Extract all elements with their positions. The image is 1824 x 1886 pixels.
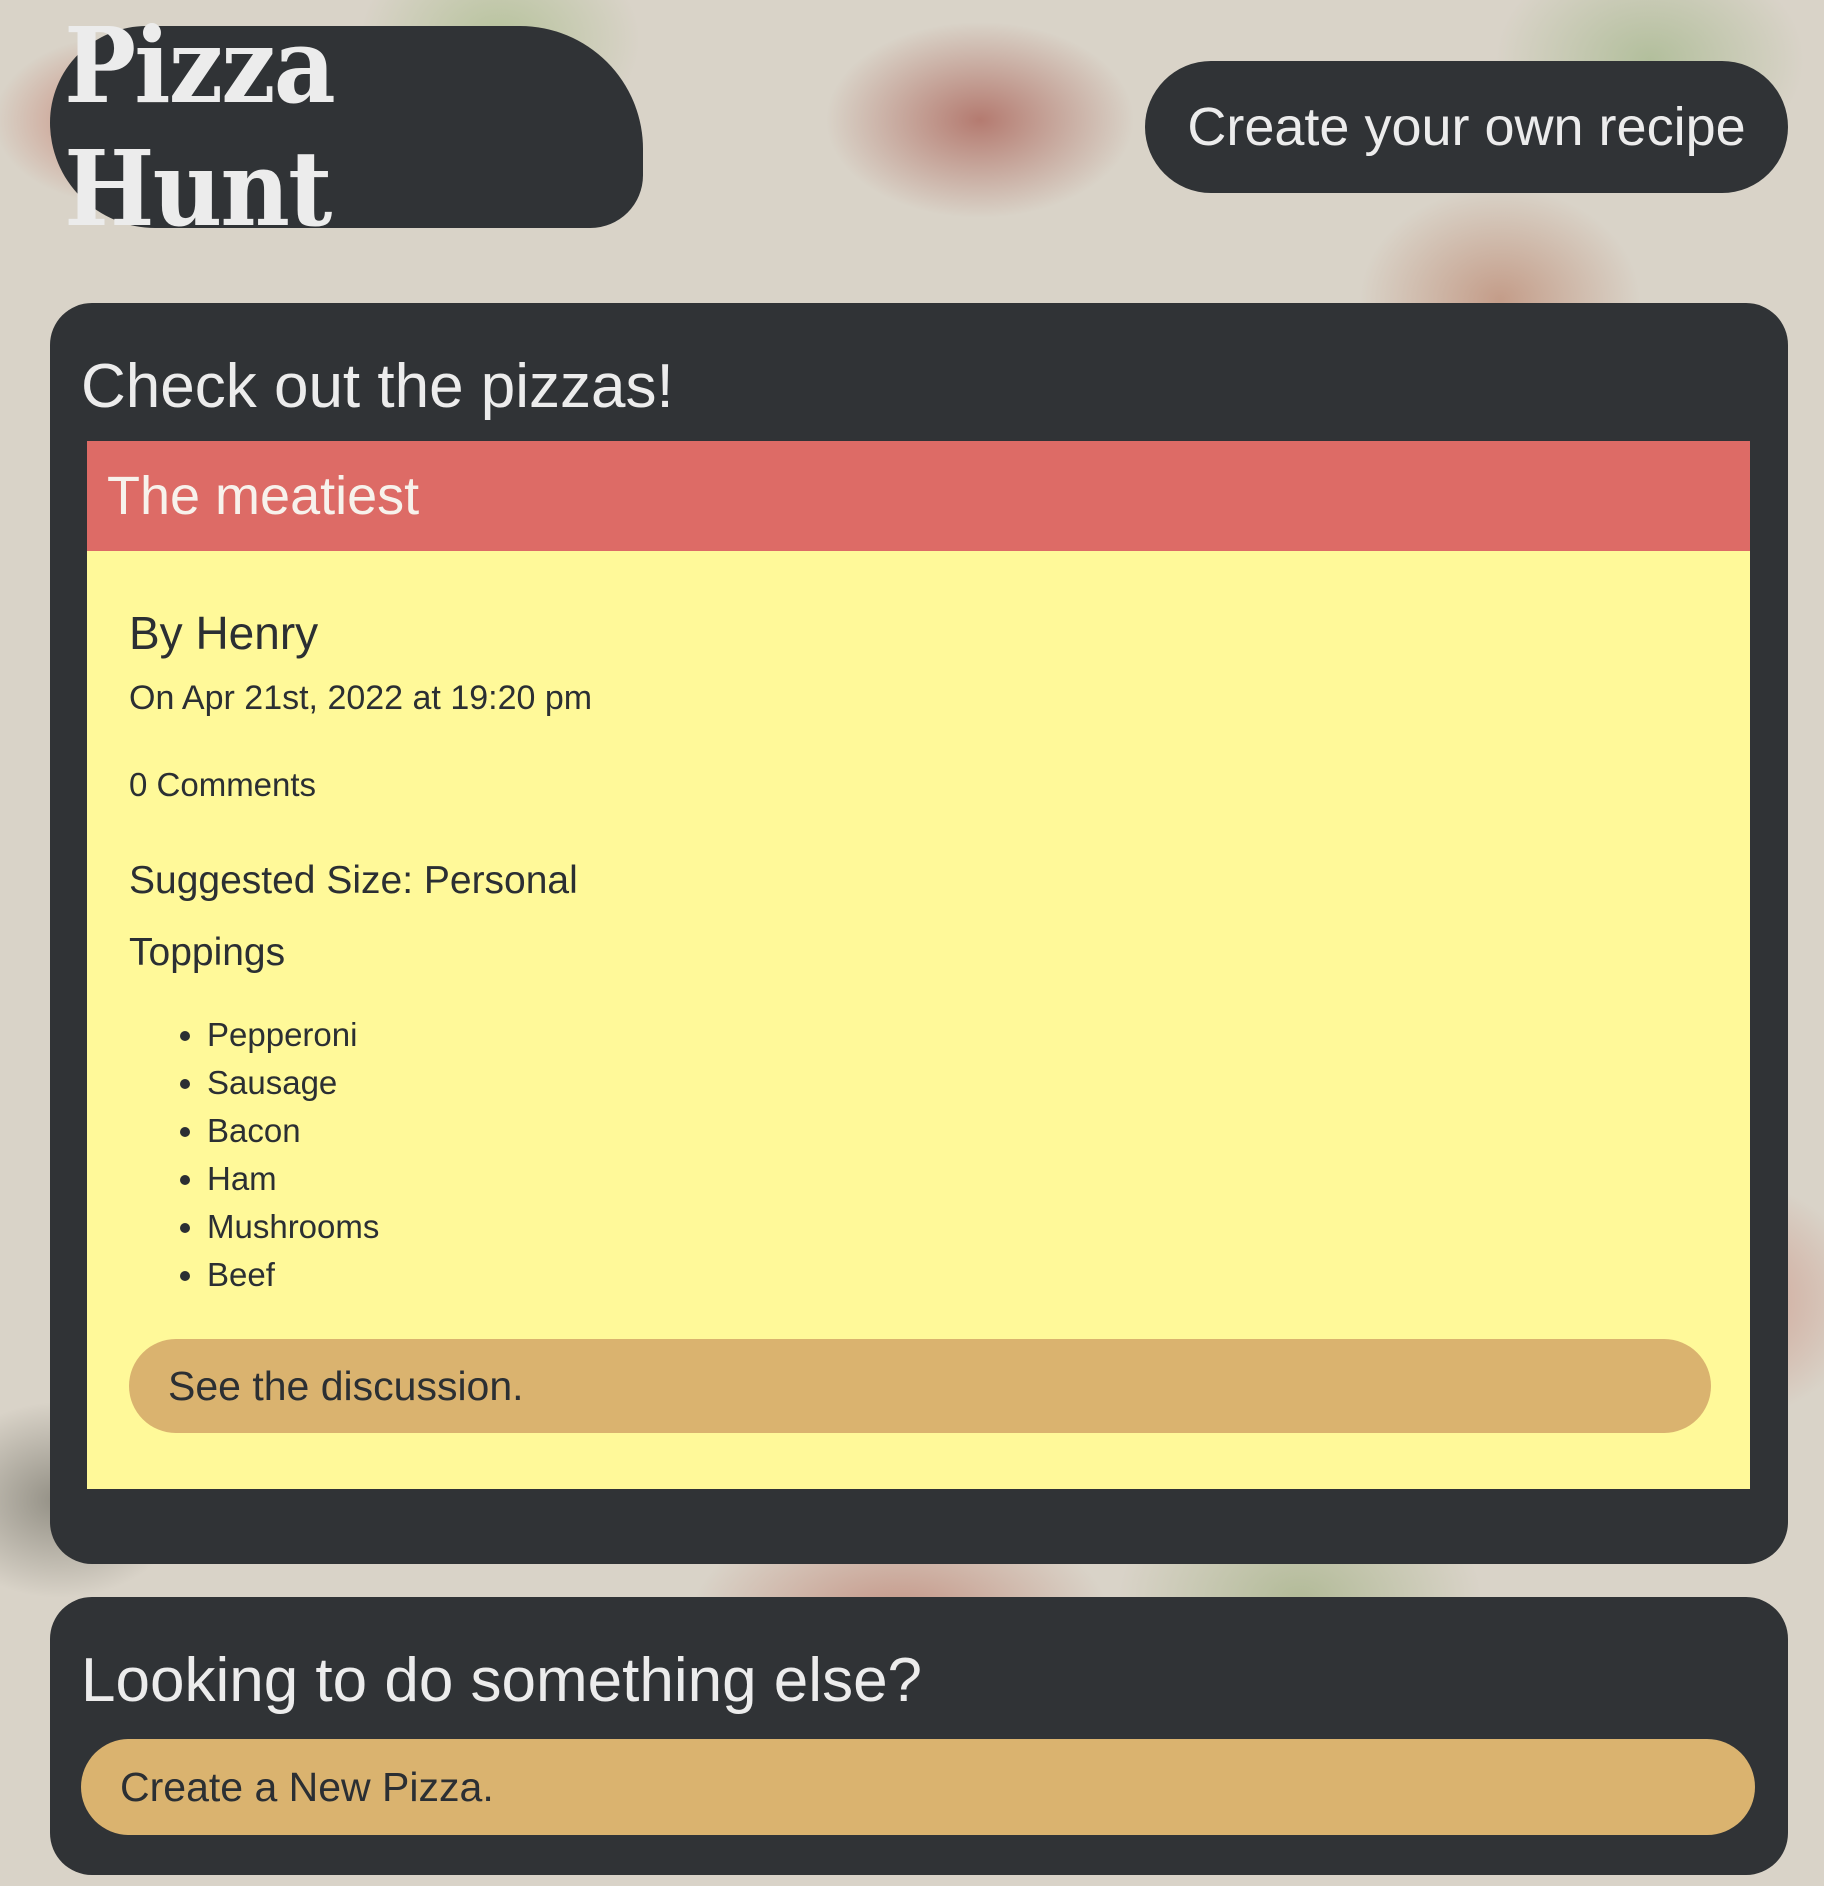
- logo-text: Pizza Hunt: [64, 4, 336, 250]
- topping-item: Pepperoni: [207, 1011, 379, 1059]
- topping-item: Ham: [207, 1155, 379, 1203]
- pizza-date: On Apr 21st, 2022 at 19:20 pm: [129, 679, 593, 717]
- logo[interactable]: Pizza Hunt: [50, 4, 643, 250]
- topping-item: Mushrooms: [207, 1203, 379, 1251]
- comment-count: 0 Comments: [129, 766, 317, 803]
- pizza-author: By Henry: [129, 607, 319, 659]
- pizza-name: The meatiest: [87, 441, 1750, 551]
- topping-item: Bacon: [207, 1107, 379, 1155]
- see-discussion-button[interactable]: See the discussion.: [129, 1339, 1711, 1433]
- pizza-list-panel: Check out the pizzas! The meatiest By He…: [50, 303, 1788, 1564]
- toppings-list: Pepperoni Sausage Bacon Ham Mushrooms Be…: [165, 1011, 379, 1299]
- suggested-size: Suggested Size: Personal: [129, 859, 578, 902]
- pizza-list-title: Check out the pizzas!: [81, 352, 674, 421]
- toppings-label: Toppings: [129, 931, 286, 974]
- topping-item: Beef: [207, 1251, 379, 1299]
- other-actions-panel: Looking to do something else? Create a N…: [50, 1597, 1788, 1875]
- create-pizza-button[interactable]: Create a New Pizza.: [81, 1739, 1755, 1835]
- pizza-card: The meatiest By Henry On Apr 21st, 2022 …: [87, 441, 1750, 1489]
- other-actions-title: Looking to do something else?: [81, 1646, 923, 1715]
- topping-item: Sausage: [207, 1059, 379, 1107]
- create-recipe-link[interactable]: Create your own recipe: [1145, 61, 1788, 193]
